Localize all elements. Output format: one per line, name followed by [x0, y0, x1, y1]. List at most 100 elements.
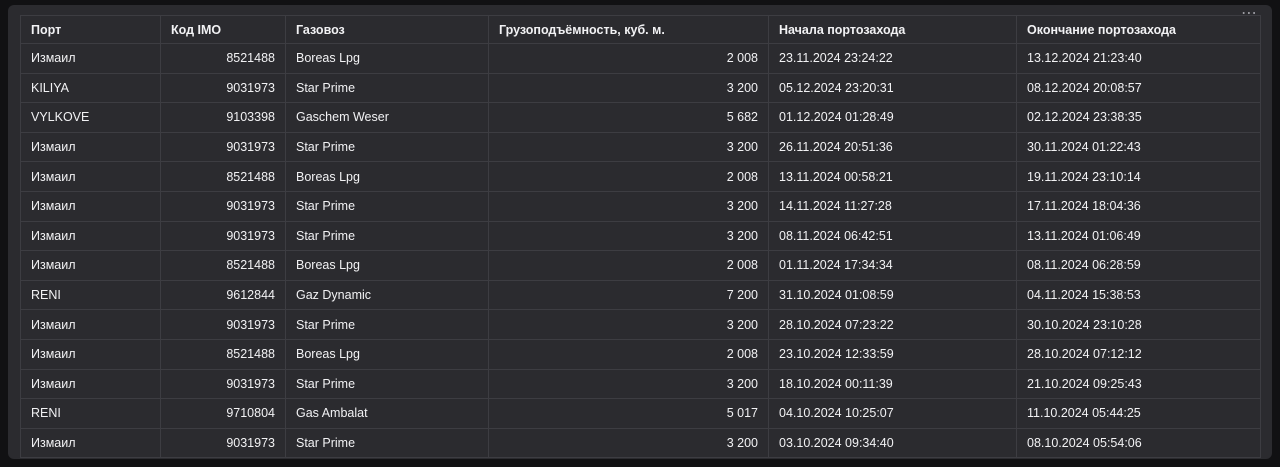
cell-port: KILIYA — [20, 72, 161, 104]
table-row[interactable]: Измаил 8521488 Boreas Lpg 2 008 23.10.2024 1… — [20, 338, 1261, 370]
table-row[interactable]: VYLKOVE 9103398 Gaschem Weser 5 682 01.12.20… — [20, 102, 1261, 133]
cell-capacity: 5 017 — [488, 398, 769, 429]
cell-imo: 9710804 — [160, 398, 286, 429]
cell-capacity: 3 200 — [488, 309, 769, 340]
cell-end: 08.10.2024 05:54:06 — [1016, 427, 1261, 459]
cell-ship: Star Prime — [285, 190, 489, 222]
cell-imo: 8521488 — [160, 161, 286, 192]
cell-capacity: 2 008 — [488, 43, 769, 74]
cell-start: 04.10.2024 10:25:07 — [768, 398, 1017, 429]
cell-port: Измаил — [20, 309, 161, 340]
cell-ship: Star Prime — [285, 309, 489, 340]
cell-port: Измаил — [20, 220, 161, 252]
cell-start: 18.10.2024 00:11:39 — [768, 368, 1017, 400]
cell-capacity: 5 682 — [488, 102, 769, 133]
cell-ship: Boreas Lpg — [285, 250, 489, 281]
cell-port: Измаил — [20, 43, 161, 74]
cell-capacity: 2 008 — [488, 338, 769, 370]
cell-ship: Boreas Lpg — [285, 338, 489, 370]
cell-capacity: 3 200 — [488, 190, 769, 222]
cell-ship: Star Prime — [285, 131, 489, 163]
cell-port: VYLKOVE — [20, 102, 161, 133]
cell-end: 19.11.2024 23:10:14 — [1016, 161, 1261, 192]
cell-imo: 9031973 — [160, 131, 286, 163]
table-row[interactable]: Измаил 9031973 Star Prime 3 200 28.10.2024 0… — [20, 309, 1261, 340]
table-row[interactable]: RENI 9710804 Gas Ambalat 5 017 04.10.2024 10… — [20, 398, 1261, 429]
table-row[interactable]: RENI 9612844 Gaz Dynamic 7 200 31.10.2024 01… — [20, 279, 1261, 311]
cell-start: 31.10.2024 01:08:59 — [768, 279, 1017, 311]
column-header-imo[interactable]: Код IMO — [160, 15, 286, 44]
cell-port: Измаил — [20, 250, 161, 281]
table-row[interactable]: KILIYA 9031973 Star Prime 3 200 05.12.2024 2… — [20, 72, 1261, 104]
table-row[interactable]: Измаил 8521488 Boreas Lpg 2 008 13.11.2024 0… — [20, 161, 1261, 192]
table-row[interactable]: Измаил 9031973 Star Prime 3 200 26.11.2024 2… — [20, 131, 1261, 163]
cell-ship: Star Prime — [285, 72, 489, 104]
port-calls-table: Порт Код IMO Газовоз Грузоподъёмность, к… — [20, 15, 1261, 459]
cell-imo: 9031973 — [160, 220, 286, 252]
table-body: Измаил 8521488 Boreas Lpg 2 008 23.11.2024 2… — [20, 43, 1261, 459]
table-row[interactable]: Измаил 9031973 Star Prime 3 200 18.10.2024 0… — [20, 368, 1261, 400]
cell-imo: 8521488 — [160, 338, 286, 370]
cell-end: 21.10.2024 09:25:43 — [1016, 368, 1261, 400]
cell-imo: 9031973 — [160, 427, 286, 459]
cell-end: 30.10.2024 23:10:28 — [1016, 309, 1261, 340]
cell-capacity: 2 008 — [488, 250, 769, 281]
cell-port: RENI — [20, 398, 161, 429]
cell-start: 03.10.2024 09:34:40 — [768, 427, 1017, 459]
cell-start: 26.11.2024 20:51:36 — [768, 131, 1017, 163]
cell-ship: Gaz Dynamic — [285, 279, 489, 311]
cell-end: 13.12.2024 21:23:40 — [1016, 43, 1261, 74]
column-header-capacity[interactable]: Грузоподъёмность, куб. м. — [488, 15, 769, 44]
cell-ship: Boreas Lpg — [285, 43, 489, 74]
cell-ship: Star Prime — [285, 368, 489, 400]
cell-end: 08.12.2024 20:08:57 — [1016, 72, 1261, 104]
cell-capacity: 7 200 — [488, 279, 769, 311]
cell-port: Измаил — [20, 161, 161, 192]
cell-start: 08.11.2024 06:42:51 — [768, 220, 1017, 252]
table-header-row: Порт Код IMO Газовоз Грузоподъёмность, к… — [20, 15, 1261, 44]
cell-start: 28.10.2024 07:23:22 — [768, 309, 1017, 340]
cell-end: 02.12.2024 23:38:35 — [1016, 102, 1261, 133]
table-row[interactable]: Измаил 8521488 Boreas Lpg 2 008 01.11.2024 1… — [20, 250, 1261, 281]
cell-start: 14.11.2024 11:27:28 — [768, 190, 1017, 222]
cell-start: 05.12.2024 23:20:31 — [768, 72, 1017, 104]
cell-end: 13.11.2024 01:06:49 — [1016, 220, 1261, 252]
column-header-start[interactable]: Начала портозахода — [768, 15, 1017, 44]
column-header-ship[interactable]: Газовоз — [285, 15, 489, 44]
cell-end: 08.11.2024 06:28:59 — [1016, 250, 1261, 281]
cell-start: 01.11.2024 17:34:34 — [768, 250, 1017, 281]
column-header-port[interactable]: Порт — [20, 15, 161, 44]
cell-end: 30.11.2024 01:22:43 — [1016, 131, 1261, 163]
cell-capacity: 3 200 — [488, 427, 769, 459]
cell-ship: Gaschem Weser — [285, 102, 489, 133]
cell-capacity: 3 200 — [488, 72, 769, 104]
cell-start: 23.10.2024 12:33:59 — [768, 338, 1017, 370]
cell-ship: Star Prime — [285, 220, 489, 252]
cell-port: Измаил — [20, 427, 161, 459]
table-row[interactable]: Измаил 9031973 Star Prime 3 200 03.10.2024 0… — [20, 427, 1261, 459]
table-row[interactable]: Измаил 9031973 Star Prime 3 200 14.11.2024 1… — [20, 190, 1261, 222]
cell-imo: 9612844 — [160, 279, 286, 311]
cell-port: Измаил — [20, 190, 161, 222]
cell-imo: 9031973 — [160, 309, 286, 340]
cell-ship: Star Prime — [285, 427, 489, 459]
cell-imo: 8521488 — [160, 250, 286, 281]
cell-port: Измаил — [20, 131, 161, 163]
cell-end: 28.10.2024 07:12:12 — [1016, 338, 1261, 370]
cell-start: 01.12.2024 01:28:49 — [768, 102, 1017, 133]
table-widget: ⋯ Порт Код IMO Газовоз Грузоподъёмность,… — [8, 5, 1272, 459]
cell-end: 17.11.2024 18:04:36 — [1016, 190, 1261, 222]
cell-imo: 9031973 — [160, 190, 286, 222]
cell-capacity: 2 008 — [488, 161, 769, 192]
cell-port: Измаил — [20, 338, 161, 370]
cell-imo: 9103398 — [160, 102, 286, 133]
cell-imo: 9031973 — [160, 368, 286, 400]
cell-imo: 9031973 — [160, 72, 286, 104]
cell-end: 11.10.2024 05:44:25 — [1016, 398, 1261, 429]
table-row[interactable]: Измаил 9031973 Star Prime 3 200 08.11.2024 0… — [20, 220, 1261, 252]
cell-capacity: 3 200 — [488, 368, 769, 400]
cell-capacity: 3 200 — [488, 220, 769, 252]
table-row[interactable]: Измаил 8521488 Boreas Lpg 2 008 23.11.2024 2… — [20, 43, 1261, 74]
cell-port: Измаил — [20, 368, 161, 400]
column-header-end[interactable]: Окончание портозахода — [1016, 15, 1261, 44]
